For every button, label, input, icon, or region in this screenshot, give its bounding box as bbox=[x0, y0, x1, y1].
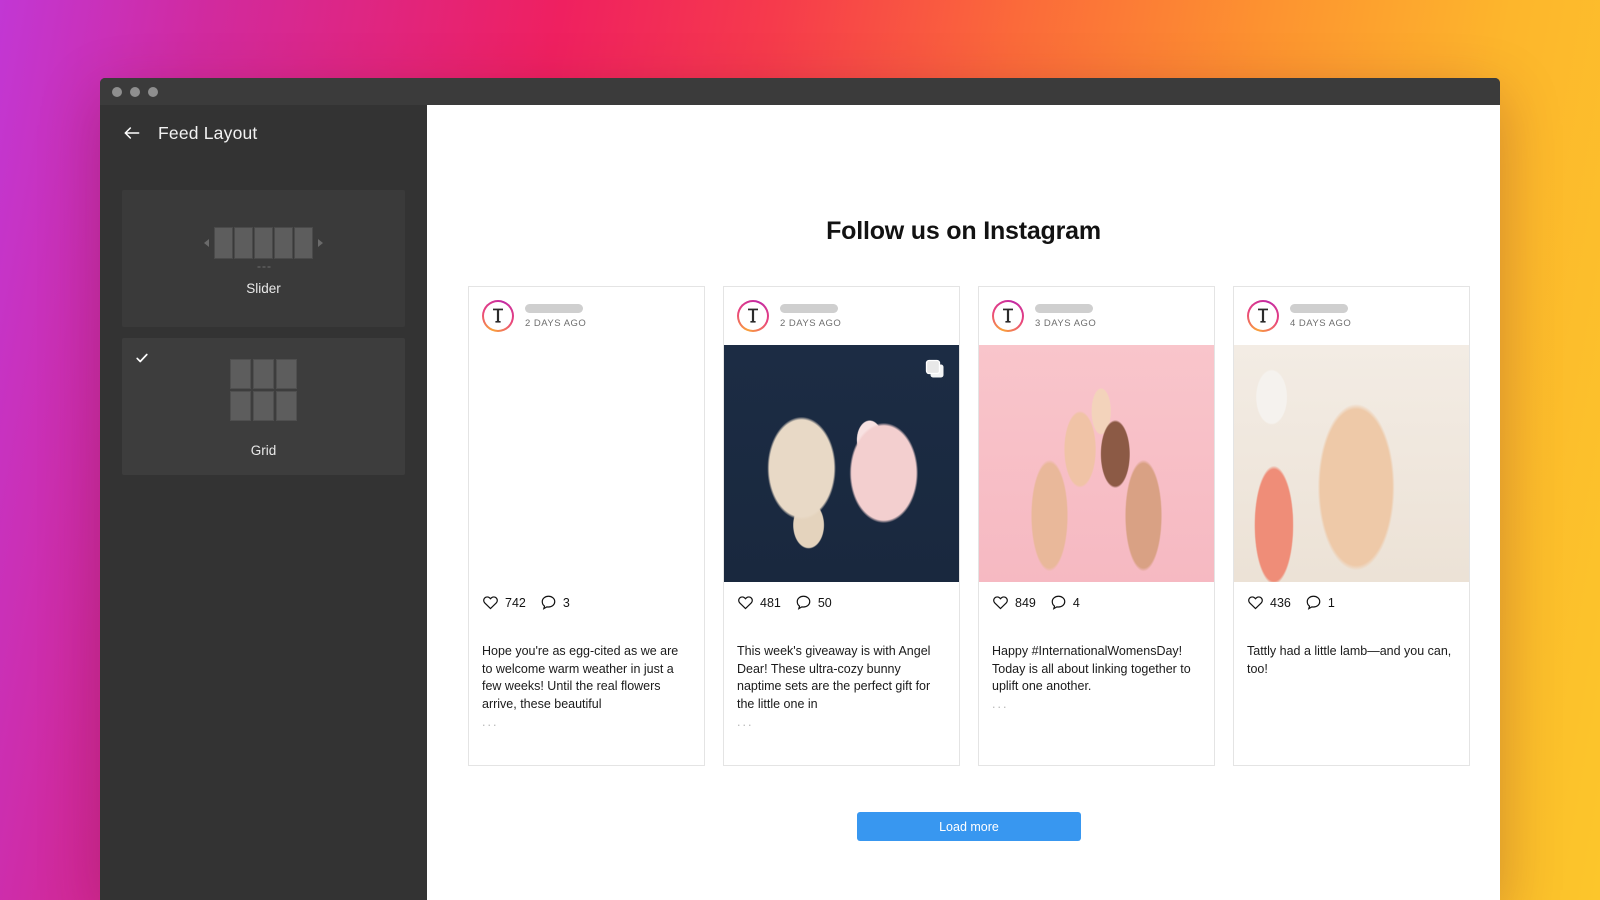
post-card[interactable]: 4 DAYS AGO 436 1 Tattly had a little lam… bbox=[1233, 286, 1470, 767]
chevron-left-icon bbox=[204, 239, 209, 247]
layout-option-label: Slider bbox=[246, 281, 281, 296]
comment-stat: 50 bbox=[795, 594, 832, 611]
instagram-avatar-icon bbox=[493, 308, 503, 323]
post-header: 2 DAYS AGO bbox=[724, 287, 959, 345]
window-close-button[interactable] bbox=[112, 86, 122, 97]
comment-stat: 4 bbox=[1050, 594, 1080, 611]
layout-option-label: Grid bbox=[250, 443, 277, 458]
comment-count: 1 bbox=[1327, 595, 1335, 610]
like-count: 742 bbox=[505, 595, 526, 610]
caption-text: This week's giveaway is with Angel Dear!… bbox=[737, 643, 931, 711]
caption-truncation: ... bbox=[737, 714, 754, 729]
comment-stat: 1 bbox=[1305, 594, 1335, 611]
avatar bbox=[992, 300, 1024, 332]
post-timestamp: 2 DAYS AGO bbox=[780, 317, 842, 329]
window-maximize-button[interactable] bbox=[148, 86, 158, 97]
layout-option-list: Slider Grid bbox=[100, 157, 427, 475]
slider-frames bbox=[214, 227, 313, 268]
slider-dots-icon bbox=[257, 266, 270, 268]
window-body: Feed Layout Slider Grid Follow us on Ins… bbox=[100, 105, 1500, 900]
app-window: Feed Layout Slider Grid Follow us on Ins… bbox=[100, 78, 1500, 900]
sidebar-header: Feed Layout bbox=[100, 109, 427, 157]
post-card[interactable]: 3 DAYS AGO 849 4 Happy #InternationalWom… bbox=[978, 286, 1215, 767]
caption-text: Hope you're as egg-cited as we are to we… bbox=[482, 643, 679, 711]
post-stats: 436 1 bbox=[1234, 582, 1469, 615]
caption-truncation: ... bbox=[992, 697, 1009, 711]
comment-icon[interactable] bbox=[540, 594, 557, 611]
load-more-button[interactable]: Load more bbox=[857, 812, 1081, 842]
post-timestamp: 2 DAYS AGO bbox=[525, 317, 587, 329]
avatar bbox=[482, 300, 514, 332]
post-caption: This week's giveaway is with Angel Dear!… bbox=[724, 615, 959, 765]
feed-heading: Follow us on Instagram bbox=[826, 217, 1101, 245]
post-media[interactable] bbox=[724, 345, 959, 582]
like-stat: 849 bbox=[992, 594, 1036, 611]
post-timestamp: 3 DAYS AGO bbox=[1035, 317, 1097, 329]
heart-icon[interactable] bbox=[1247, 594, 1264, 611]
comment-icon[interactable] bbox=[795, 594, 812, 611]
post-media[interactable] bbox=[1234, 345, 1469, 582]
feed-preview: Follow us on Instagram 2 DAYS AGO 742 3 … bbox=[427, 105, 1500, 900]
grid-cells bbox=[230, 359, 297, 421]
caption-text: Tattly had a little lamb—and you can, to… bbox=[1247, 643, 1452, 676]
layout-option-slider[interactable]: Slider bbox=[122, 190, 405, 327]
post-stats: 742 3 bbox=[469, 582, 704, 615]
grid-thumbnail bbox=[230, 359, 297, 421]
post-stats: 849 4 bbox=[979, 582, 1214, 615]
window-titlebar bbox=[100, 78, 1500, 105]
avatar bbox=[737, 300, 769, 332]
like-count: 849 bbox=[1015, 595, 1036, 610]
window-minimize-button[interactable] bbox=[130, 86, 140, 97]
post-header: 2 DAYS AGO bbox=[469, 287, 704, 345]
post-caption: Hope you're as egg-cited as we are to we… bbox=[469, 615, 704, 765]
username-placeholder bbox=[1290, 303, 1348, 313]
post-caption: Tattly had a little lamb—and you can, to… bbox=[1234, 615, 1469, 712]
comment-count: 50 bbox=[817, 595, 832, 610]
like-stat: 436 bbox=[1247, 594, 1291, 611]
post-stats: 481 50 bbox=[724, 582, 959, 615]
comment-count: 4 bbox=[1072, 595, 1080, 610]
username-placeholder bbox=[780, 303, 838, 313]
instagram-avatar-icon bbox=[748, 308, 758, 323]
settings-sidebar: Feed Layout Slider Grid bbox=[100, 105, 427, 900]
heart-icon[interactable] bbox=[737, 594, 754, 611]
username-placeholder bbox=[1035, 303, 1093, 313]
post-header: 3 DAYS AGO bbox=[979, 287, 1214, 345]
layout-option-grid[interactable]: Grid bbox=[122, 338, 405, 475]
username-placeholder bbox=[525, 303, 583, 313]
comment-icon[interactable] bbox=[1050, 594, 1067, 611]
instagram-avatar-icon bbox=[1258, 308, 1268, 323]
comment-count: 3 bbox=[562, 595, 570, 610]
arrow-left-icon[interactable] bbox=[122, 123, 142, 143]
like-count: 481 bbox=[760, 595, 781, 610]
avatar bbox=[1247, 300, 1279, 332]
like-count: 436 bbox=[1270, 595, 1291, 610]
like-stat: 742 bbox=[482, 594, 526, 611]
instagram-avatar-icon bbox=[1003, 308, 1013, 323]
post-header: 4 DAYS AGO bbox=[1234, 287, 1469, 345]
post-grid: 2 DAYS AGO 742 3 Hope you're as egg-cite… bbox=[438, 246, 1500, 767]
slider-thumbnail bbox=[204, 227, 323, 268]
carousel-icon bbox=[925, 359, 944, 378]
post-timestamp: 4 DAYS AGO bbox=[1290, 317, 1352, 329]
chevron-right-icon bbox=[318, 239, 323, 247]
post-card[interactable]: 2 DAYS AGO 481 50 This week's giveaway i… bbox=[723, 286, 960, 767]
post-media[interactable] bbox=[469, 345, 704, 582]
heart-icon[interactable] bbox=[482, 594, 499, 611]
caption-text: Happy #InternationalWomensDay! Today is … bbox=[992, 643, 1191, 694]
caption-truncation: ... bbox=[482, 714, 499, 729]
comment-stat: 3 bbox=[540, 594, 570, 611]
post-media[interactable] bbox=[979, 345, 1214, 582]
post-card[interactable]: 2 DAYS AGO 742 3 Hope you're as egg-cite… bbox=[468, 286, 705, 767]
like-stat: 481 bbox=[737, 594, 781, 611]
post-caption: Happy #InternationalWomensDay! Today is … bbox=[979, 615, 1214, 748]
page-title: Feed Layout bbox=[158, 122, 258, 143]
check-icon bbox=[136, 353, 148, 363]
load-more-container: Load more bbox=[438, 812, 1500, 842]
heart-icon[interactable] bbox=[992, 594, 1009, 611]
comment-icon[interactable] bbox=[1305, 594, 1322, 611]
